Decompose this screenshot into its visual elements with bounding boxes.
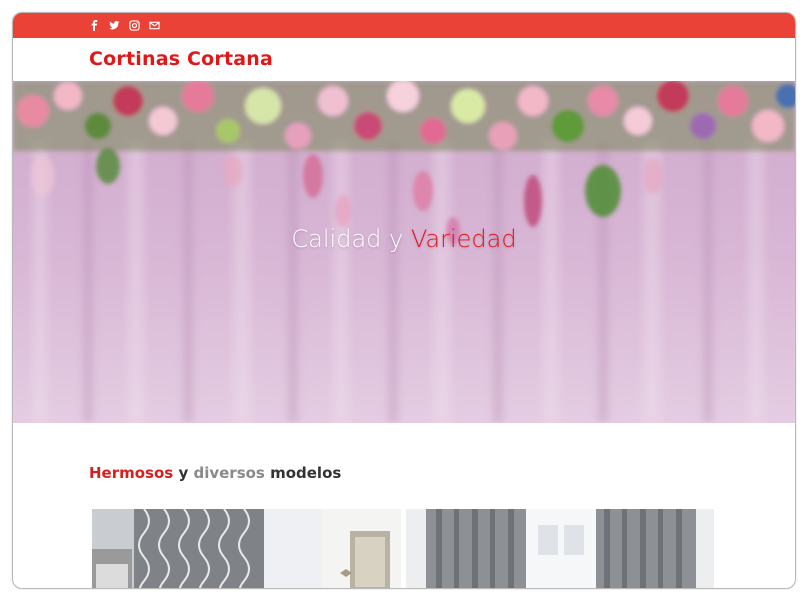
hero-title-accent: Variedad <box>410 225 517 253</box>
social-links <box>89 20 160 31</box>
twitter-icon[interactable] <box>109 20 120 31</box>
instagram-icon[interactable] <box>129 20 140 31</box>
section-heading-word-4: modelos <box>264 464 342 482</box>
site-header: Cortinas Cortana <box>13 38 795 82</box>
hero-title-main: Calidad y <box>291 225 411 253</box>
product-image-gray-curtains <box>406 509 714 588</box>
browser-frame: Cortinas Cortana Calidad y Variedad Herm… <box>12 12 796 589</box>
top-bar <box>13 13 795 38</box>
email-icon[interactable] <box>149 20 160 31</box>
section-heading-word-1: Hermosos <box>89 464 174 482</box>
section-heading: Hermosos y diversos modelos <box>89 464 341 482</box>
product-card[interactable] <box>406 509 714 588</box>
hero-title: Calidad y Variedad <box>13 225 795 253</box>
site-logo[interactable]: Cortinas Cortana <box>89 48 273 70</box>
product-image-patterned-curtains <box>92 509 401 588</box>
section-heading-word-2: y <box>173 464 194 482</box>
product-gallery <box>92 509 714 588</box>
section-heading-word-3: diversos <box>193 464 265 482</box>
facebook-icon[interactable] <box>89 20 100 31</box>
hero-banner: Calidad y Variedad <box>13 81 795 423</box>
product-card[interactable] <box>92 509 401 588</box>
